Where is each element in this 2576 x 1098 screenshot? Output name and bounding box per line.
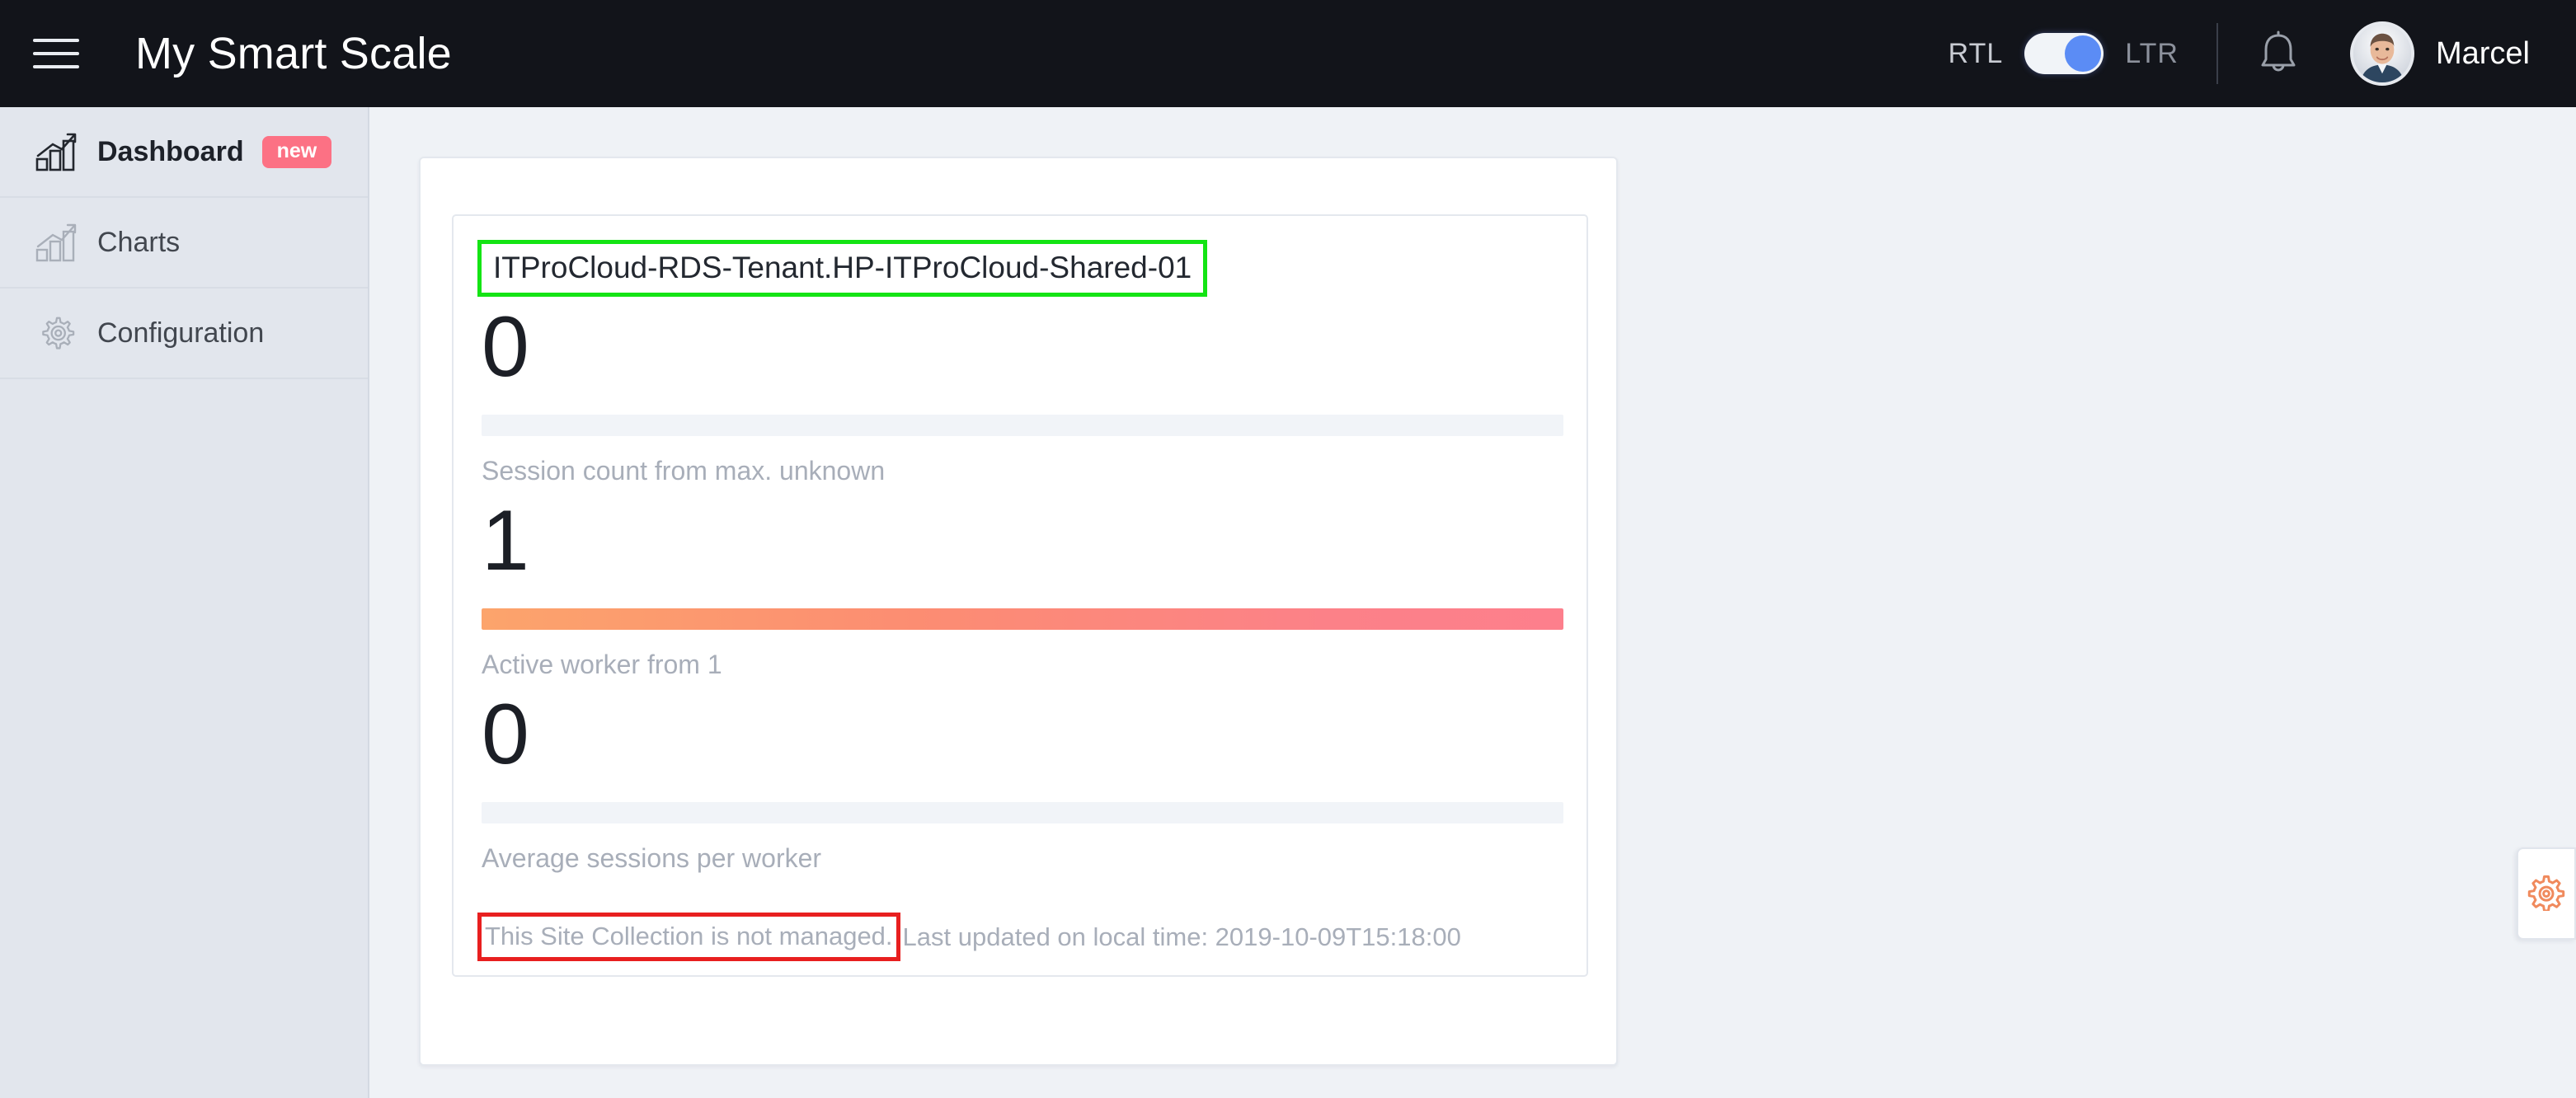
hamburger-bar — [33, 52, 79, 55]
site-collection-panel: ITProCloud-RDS-Tenant.HP-ITProCloud-Shar… — [452, 214, 1588, 977]
bar-chart-growth-icon — [35, 222, 79, 263]
metric-session-count: 0 Session count from max. unknown — [482, 299, 1563, 486]
hamburger-menu-icon[interactable] — [33, 35, 79, 72]
toolbar-divider — [2216, 23, 2218, 84]
sidebar-badge-new: new — [261, 135, 332, 168]
sidebar-item-charts[interactable]: Charts — [0, 198, 368, 289]
sidebar: Dashboard new Charts Configuration — [0, 107, 369, 1098]
last-updated-text: Last updated on local time: 2019-10-09T1… — [902, 922, 1461, 951]
sidebar-item-configuration[interactable]: Configuration — [0, 289, 368, 379]
app-title: My Smart Scale — [135, 29, 452, 78]
sidebar-item-label: Dashboard — [97, 135, 244, 167]
managed-status-text: This Site Collection is not managed. — [477, 913, 900, 961]
metric-progress-bar — [482, 802, 1563, 824]
site-collection-title: ITProCloud-RDS-Tenant.HP-ITProCloud-Shar… — [477, 240, 1208, 297]
metric-label: Average sessions per worker — [482, 843, 822, 873]
direction-toggle[interactable] — [2024, 33, 2104, 74]
settings-flyout-button[interactable] — [2517, 847, 2576, 940]
metric-progress-bar — [482, 415, 1563, 436]
gear-icon — [35, 312, 79, 354]
metric-label: Active worker from 1 — [482, 650, 722, 679]
metric-value: 1 — [482, 493, 529, 589]
metric-active-worker: 1 Active worker from 1 — [482, 493, 1563, 680]
bar-chart-growth-icon — [35, 131, 79, 172]
metric-value: 0 — [482, 687, 529, 782]
direction-toggle-knob — [2065, 35, 2102, 72]
metric-label: Session count from max. unknown — [482, 456, 886, 486]
main-content: ITProCloud-RDS-Tenant.HP-ITProCloud-Shar… — [371, 107, 2576, 1098]
metric-avg-sessions-per-worker: 0 Average sessions per worker — [482, 687, 1563, 874]
top-bar: My Smart Scale RTL LTR Marcel — [0, 0, 2576, 107]
user-name-label: Marcel — [2435, 35, 2530, 71]
sidebar-item-dashboard[interactable]: Dashboard new — [0, 107, 368, 198]
app-root: My Smart Scale RTL LTR Marcel Dashboard … — [0, 0, 2576, 1098]
metric-value: 0 — [482, 299, 529, 395]
hamburger-bar — [33, 39, 79, 42]
top-bar-right-group: RTL LTR Marcel — [1948, 0, 2576, 107]
user-avatar — [2349, 21, 2414, 86]
hamburger-bar — [33, 65, 79, 68]
gear-icon — [2527, 873, 2565, 915]
sidebar-item-label: Configuration — [97, 317, 265, 349]
notification-bell-icon[interactable] — [2256, 30, 2301, 77]
status-footer: This Site Collection is not managed. Las… — [477, 913, 1554, 961]
ltr-label: LTR — [2125, 37, 2179, 69]
sidebar-item-label: Charts — [97, 226, 181, 258]
dashboard-card: ITProCloud-RDS-Tenant.HP-ITProCloud-Shar… — [419, 157, 1618, 1066]
user-menu[interactable]: Marcel — [2349, 21, 2530, 86]
rtl-label: RTL — [1948, 37, 2004, 69]
metric-progress-fill — [482, 608, 1563, 630]
metric-progress-bar — [482, 608, 1563, 630]
